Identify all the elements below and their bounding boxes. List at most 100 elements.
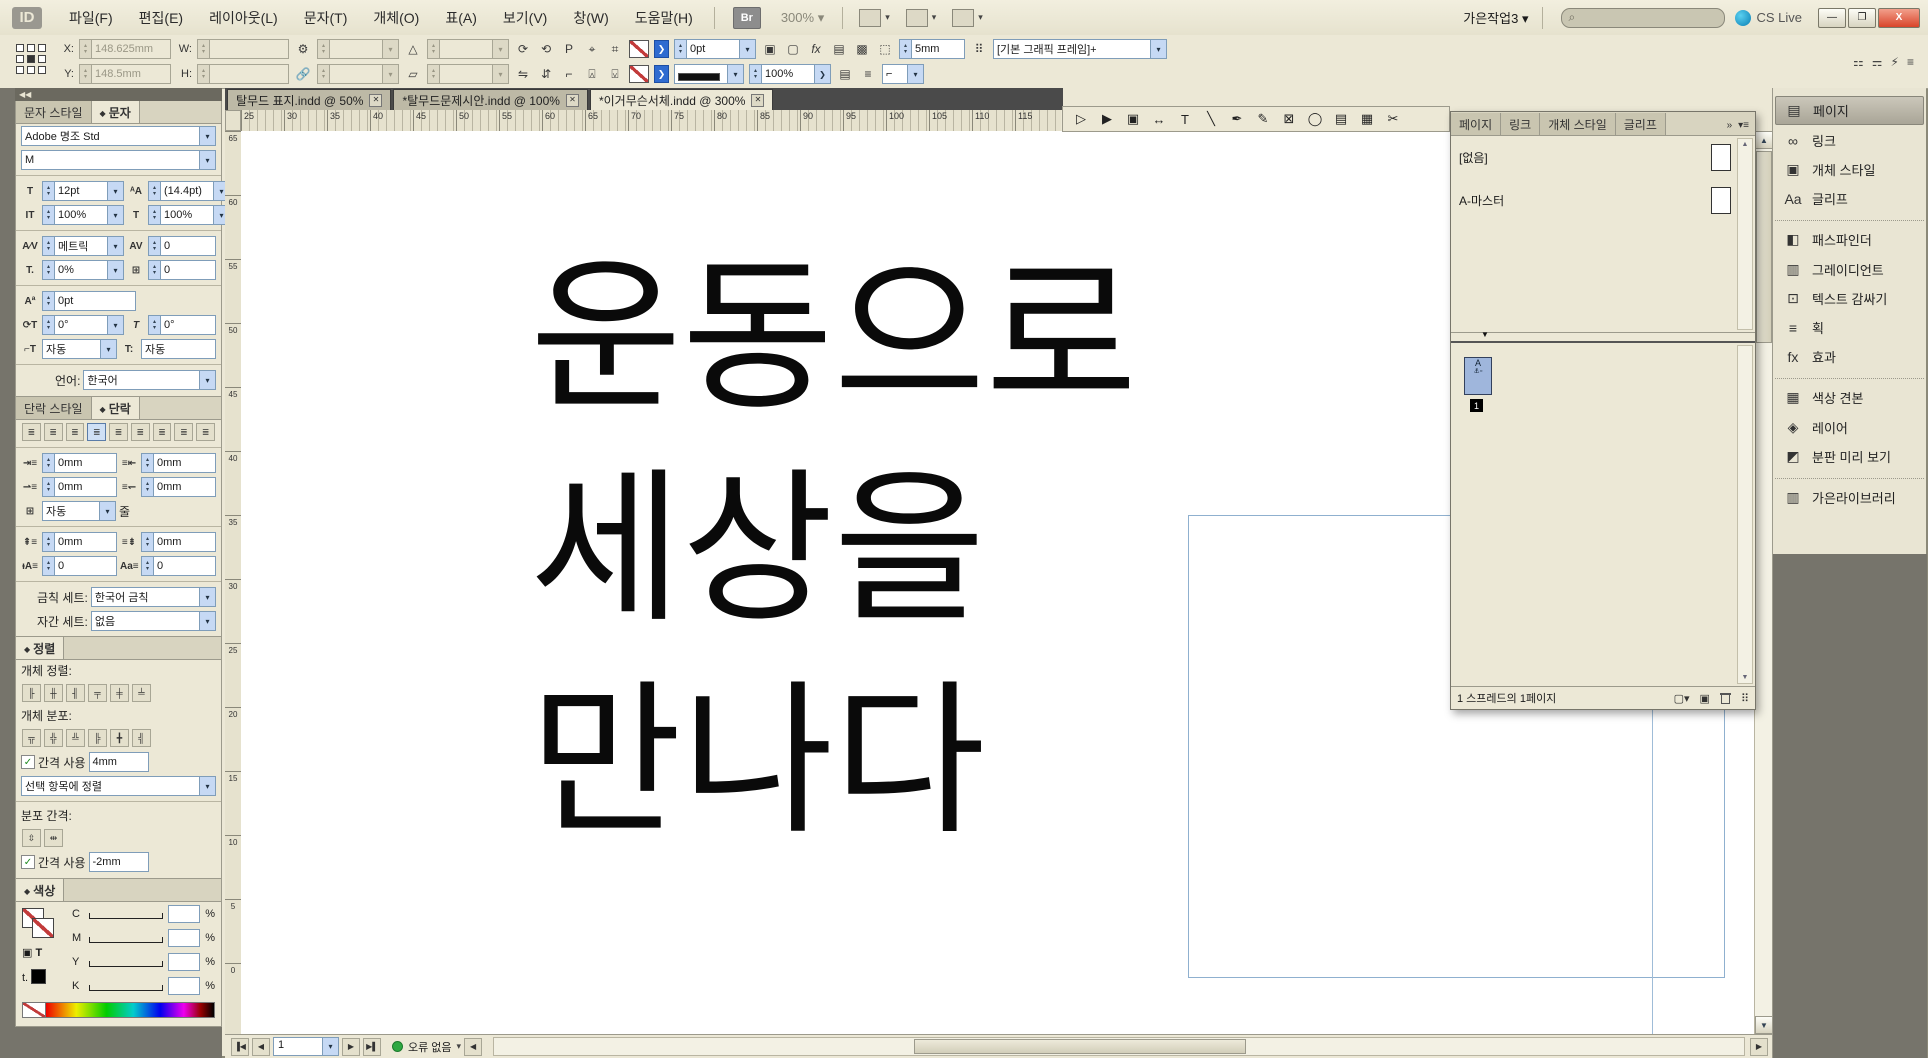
ellipse-tool-icon[interactable]: ◯	[1303, 109, 1327, 129]
menu-item[interactable]: 문자(T)	[291, 8, 361, 28]
scroll-up-arrow[interactable]: ▲	[1755, 131, 1773, 149]
object-style-dropdown[interactable]: [기본 그래픽 프레임]+▾	[993, 39, 1167, 59]
align-right-button[interactable]: ≣	[66, 423, 85, 441]
menu-item[interactable]: 개체(O)	[360, 8, 432, 28]
tab-close-icon[interactable]: ✕	[566, 94, 579, 107]
sidebar-panel-item[interactable]: ▤ 페이지	[1775, 96, 1924, 125]
gap-tool-icon[interactable]: ↔	[1147, 109, 1171, 129]
tab-color[interactable]: 색상	[16, 879, 64, 901]
select-content-icon[interactable]: ⌗	[606, 42, 624, 57]
screen-mode-dropdown[interactable]: ▾	[906, 9, 937, 27]
last-color-swatch[interactable]	[31, 969, 46, 984]
pen-tool-icon[interactable]: ✒	[1225, 109, 1249, 129]
channel-value-field[interactable]	[168, 977, 200, 995]
justify-all-button[interactable]: ≣	[153, 423, 172, 441]
story-text[interactable]: 운동으로세상을만나다	[530, 231, 1137, 867]
quick-apply-icon[interactable]: ⚡	[1891, 55, 1899, 69]
rotate-ccw-icon[interactable]: ⟲	[537, 42, 555, 56]
distribute-h-centers-button[interactable]: ╋	[110, 729, 129, 747]
drop-shadow-icon[interactable]: ▣	[761, 42, 779, 56]
width-field[interactable]: ▴▾	[197, 39, 289, 59]
embed-icon[interactable]: ⌐	[560, 67, 578, 81]
menu-item[interactable]: 편집(E)	[126, 8, 196, 28]
space-before-field[interactable]: ▴▾0mm	[42, 532, 117, 552]
line-tool-icon[interactable]: ╲	[1199, 109, 1223, 129]
align-v-centers-button[interactable]: ╪	[110, 684, 129, 702]
menu-item[interactable]: 레이아웃(L)	[196, 8, 291, 28]
justify-left-button[interactable]: ≣	[87, 423, 106, 441]
preflight-status[interactable]: 오류 없음 ▾	[392, 1039, 461, 1055]
channel-slider[interactable]	[89, 957, 163, 967]
tab-close-icon[interactable]: ✕	[751, 94, 764, 107]
wrap-none-icon[interactable]: ▤	[830, 42, 848, 56]
tab-align[interactable]: 정렬	[16, 637, 64, 659]
document-tab[interactable]: *탈무드문제시안.indd @ 100% ✕	[393, 89, 588, 110]
tracking-field[interactable]: ▴▾0	[148, 236, 216, 256]
sidebar-panel-item[interactable]: ◩ 분판 미리 보기	[1775, 443, 1924, 470]
document-tab[interactable]: *이거무슨서체.indd @ 300% ✕	[590, 89, 773, 110]
menu-item[interactable]: 파일(F)	[56, 8, 126, 28]
effects-icon[interactable]: fx	[807, 42, 825, 56]
pencil-tool-icon[interactable]: ✎	[1251, 109, 1275, 129]
height-field[interactable]: ▴▾	[197, 64, 289, 84]
tab-paragraph-styles[interactable]: 단락 스타일	[16, 397, 92, 419]
dropcap-lines-field[interactable]: ▴▾0	[42, 556, 117, 576]
corner-radius-field[interactable]: ▴▾5mm	[899, 39, 965, 59]
channel-slider[interactable]	[89, 909, 163, 919]
channel-value-field[interactable]	[168, 953, 200, 971]
vertical-scrollbar[interactable]: ▲ ▼	[1754, 131, 1773, 1034]
channel-value-field[interactable]	[168, 905, 200, 923]
wrap-jump-icon[interactable]: ▤	[836, 67, 854, 81]
restore-button[interactable]: ❐	[1848, 8, 1876, 28]
horizontal-grid-tool-icon[interactable]: ▤	[1329, 109, 1353, 129]
distribute-left-button[interactable]: ╠	[88, 729, 107, 747]
opacity-field[interactable]: ▴▾100%❯	[749, 64, 831, 84]
none-swatch[interactable]	[23, 1003, 46, 1017]
corner-shape-dropdown[interactable]: ⌐▾	[882, 64, 924, 84]
distribute-right-button[interactable]: ╣	[132, 729, 151, 747]
sidebar-panel-item[interactable]: ⊡ 텍스트 감싸기	[1775, 285, 1924, 312]
use-spacing-checkbox-2[interactable]: ✓	[21, 855, 35, 869]
rectangle-frame-tool-icon[interactable]: ⊠	[1277, 109, 1301, 129]
distribute-v-centers-button[interactable]: ╬	[44, 729, 63, 747]
space-after-field[interactable]: ▴▾0mm	[141, 532, 216, 552]
fit-frame-icon[interactable]: ⍌	[606, 67, 624, 82]
resize-grip-icon[interactable]: ⠿	[1741, 692, 1749, 705]
panel-menu-icon[interactable]: ≡	[1907, 55, 1914, 69]
scale-y-field[interactable]: ▴▾▾	[317, 64, 399, 84]
scroll-left-arrow[interactable]: ◀	[464, 1038, 482, 1056]
font-family-dropdown[interactable]: Adobe 명조 Std▾	[21, 126, 216, 146]
constrain-proportions-icon[interactable]: ⚙	[294, 42, 312, 56]
expand-panel-icon[interactable]: »	[1727, 120, 1733, 131]
grid-chars-field[interactable]: ▴▾0	[148, 260, 216, 280]
distribute-bottom-button[interactable]: ╩	[66, 729, 85, 747]
align-center-button[interactable]: ≣	[44, 423, 63, 441]
align-left-button[interactable]: ≣	[22, 423, 41, 441]
baseline-shift-field[interactable]: ▴▾0pt	[42, 291, 136, 311]
vertical-ruler[interactable]: 65605550454035302520151050	[225, 131, 242, 1034]
last-color-icon[interactable]: t.	[22, 972, 28, 984]
menu-item[interactable]: 도움말(H)	[622, 8, 706, 28]
align-bottom-edges-button[interactable]: ╧	[132, 684, 151, 702]
distribute-top-button[interactable]: ╦	[22, 729, 41, 747]
sidebar-panel-item[interactable]: Aa 글리프	[1775, 185, 1924, 212]
sidebar-panel-item[interactable]: ◈ 레이어	[1775, 414, 1924, 441]
sidebar-panel-item[interactable]: ▥ 가은라이브러리	[1775, 478, 1924, 512]
proportional-spacing-field[interactable]: ▴▾0%▾	[42, 260, 124, 280]
selection-tool-icon[interactable]: ▷	[1069, 109, 1093, 129]
panel-section-divider[interactable]	[1451, 333, 1755, 343]
workspace-switcher[interactable]: 가은작업3 ▾	[1463, 8, 1528, 27]
flip-vertical-icon[interactable]: ⇵	[537, 67, 555, 81]
tab-character-styles[interactable]: 문자 스타일	[16, 101, 92, 123]
use-spacing-checkbox-1[interactable]: ✓	[21, 755, 35, 769]
font-size-field[interactable]: ▴▾12pt▾	[42, 181, 124, 201]
align-top-edges-button[interactable]: ╤	[88, 684, 107, 702]
vertical-grid-tool-icon[interactable]: ▦	[1355, 109, 1379, 129]
direct-selection-tool-icon[interactable]: ▶	[1095, 109, 1119, 129]
search-input[interactable]: ⌕	[1561, 8, 1725, 28]
stroke-color-swatch[interactable]	[629, 40, 649, 58]
master-page-row[interactable]: A-마스터	[1451, 179, 1755, 222]
page-number-combo[interactable]: 1▾	[273, 1037, 339, 1056]
kinsoku-dropdown[interactable]: 한국어 금칙▾	[91, 587, 216, 607]
panel-menu-icon[interactable]: ▾≡	[1738, 120, 1749, 131]
